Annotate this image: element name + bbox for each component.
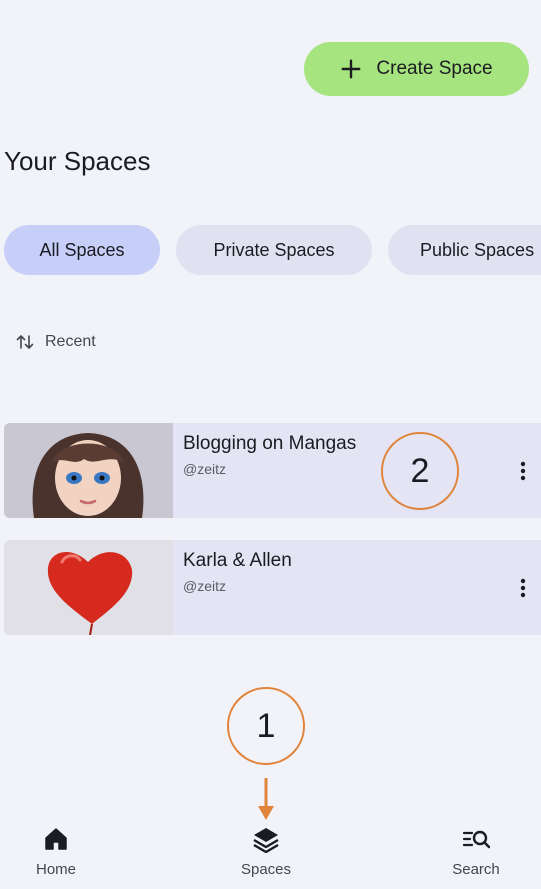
nav-home-label: Home (35, 861, 76, 878)
create-space-label: Create Space (376, 58, 493, 79)
space-handle: @zeitz (183, 578, 226, 594)
create-space-button[interactable]: Create Space (304, 42, 529, 96)
space-handle: @zeitz (183, 461, 226, 477)
search-list-icon (462, 830, 490, 849)
space-title: Blogging on Mangas (183, 433, 357, 454)
nav-spaces[interactable]: Spaces (216, 825, 316, 878)
nav-spaces-label: Spaces (240, 861, 292, 878)
chip-public-spaces[interactable]: Public Spaces (388, 225, 541, 275)
sort-label: Recent (45, 333, 96, 350)
nav-search[interactable]: Search (426, 825, 526, 878)
space-card[interactable]: Karla & Allen @zeitz (4, 540, 541, 635)
filter-chips: All Spaces Private Spaces Public Spaces (4, 225, 541, 275)
space-thumbnail (4, 540, 173, 635)
space-thumbnail (4, 423, 173, 518)
space-title: Karla & Allen (183, 550, 292, 571)
chip-private-spaces[interactable]: Private Spaces (176, 225, 372, 275)
page-title: Your Spaces (4, 146, 151, 176)
more-options-icon[interactable] (514, 576, 532, 600)
space-card[interactable]: Blogging on Mangas @zeitz (4, 423, 541, 518)
home-icon (45, 828, 67, 850)
nav-search-label: Search (452, 861, 500, 878)
plus-icon (341, 59, 361, 79)
sort-arrows-icon (16, 335, 34, 349)
chip-all-spaces[interactable]: All Spaces (4, 225, 160, 275)
nav-home[interactable]: Home (6, 825, 106, 878)
layers-icon (253, 828, 279, 853)
annotation-callout-2: 2 (381, 432, 459, 510)
annotation-arrow-icon (258, 778, 274, 820)
annotation-callout-1: 1 (227, 687, 305, 765)
sort-control[interactable]: Recent (15, 332, 96, 352)
more-options-icon[interactable] (514, 459, 532, 483)
